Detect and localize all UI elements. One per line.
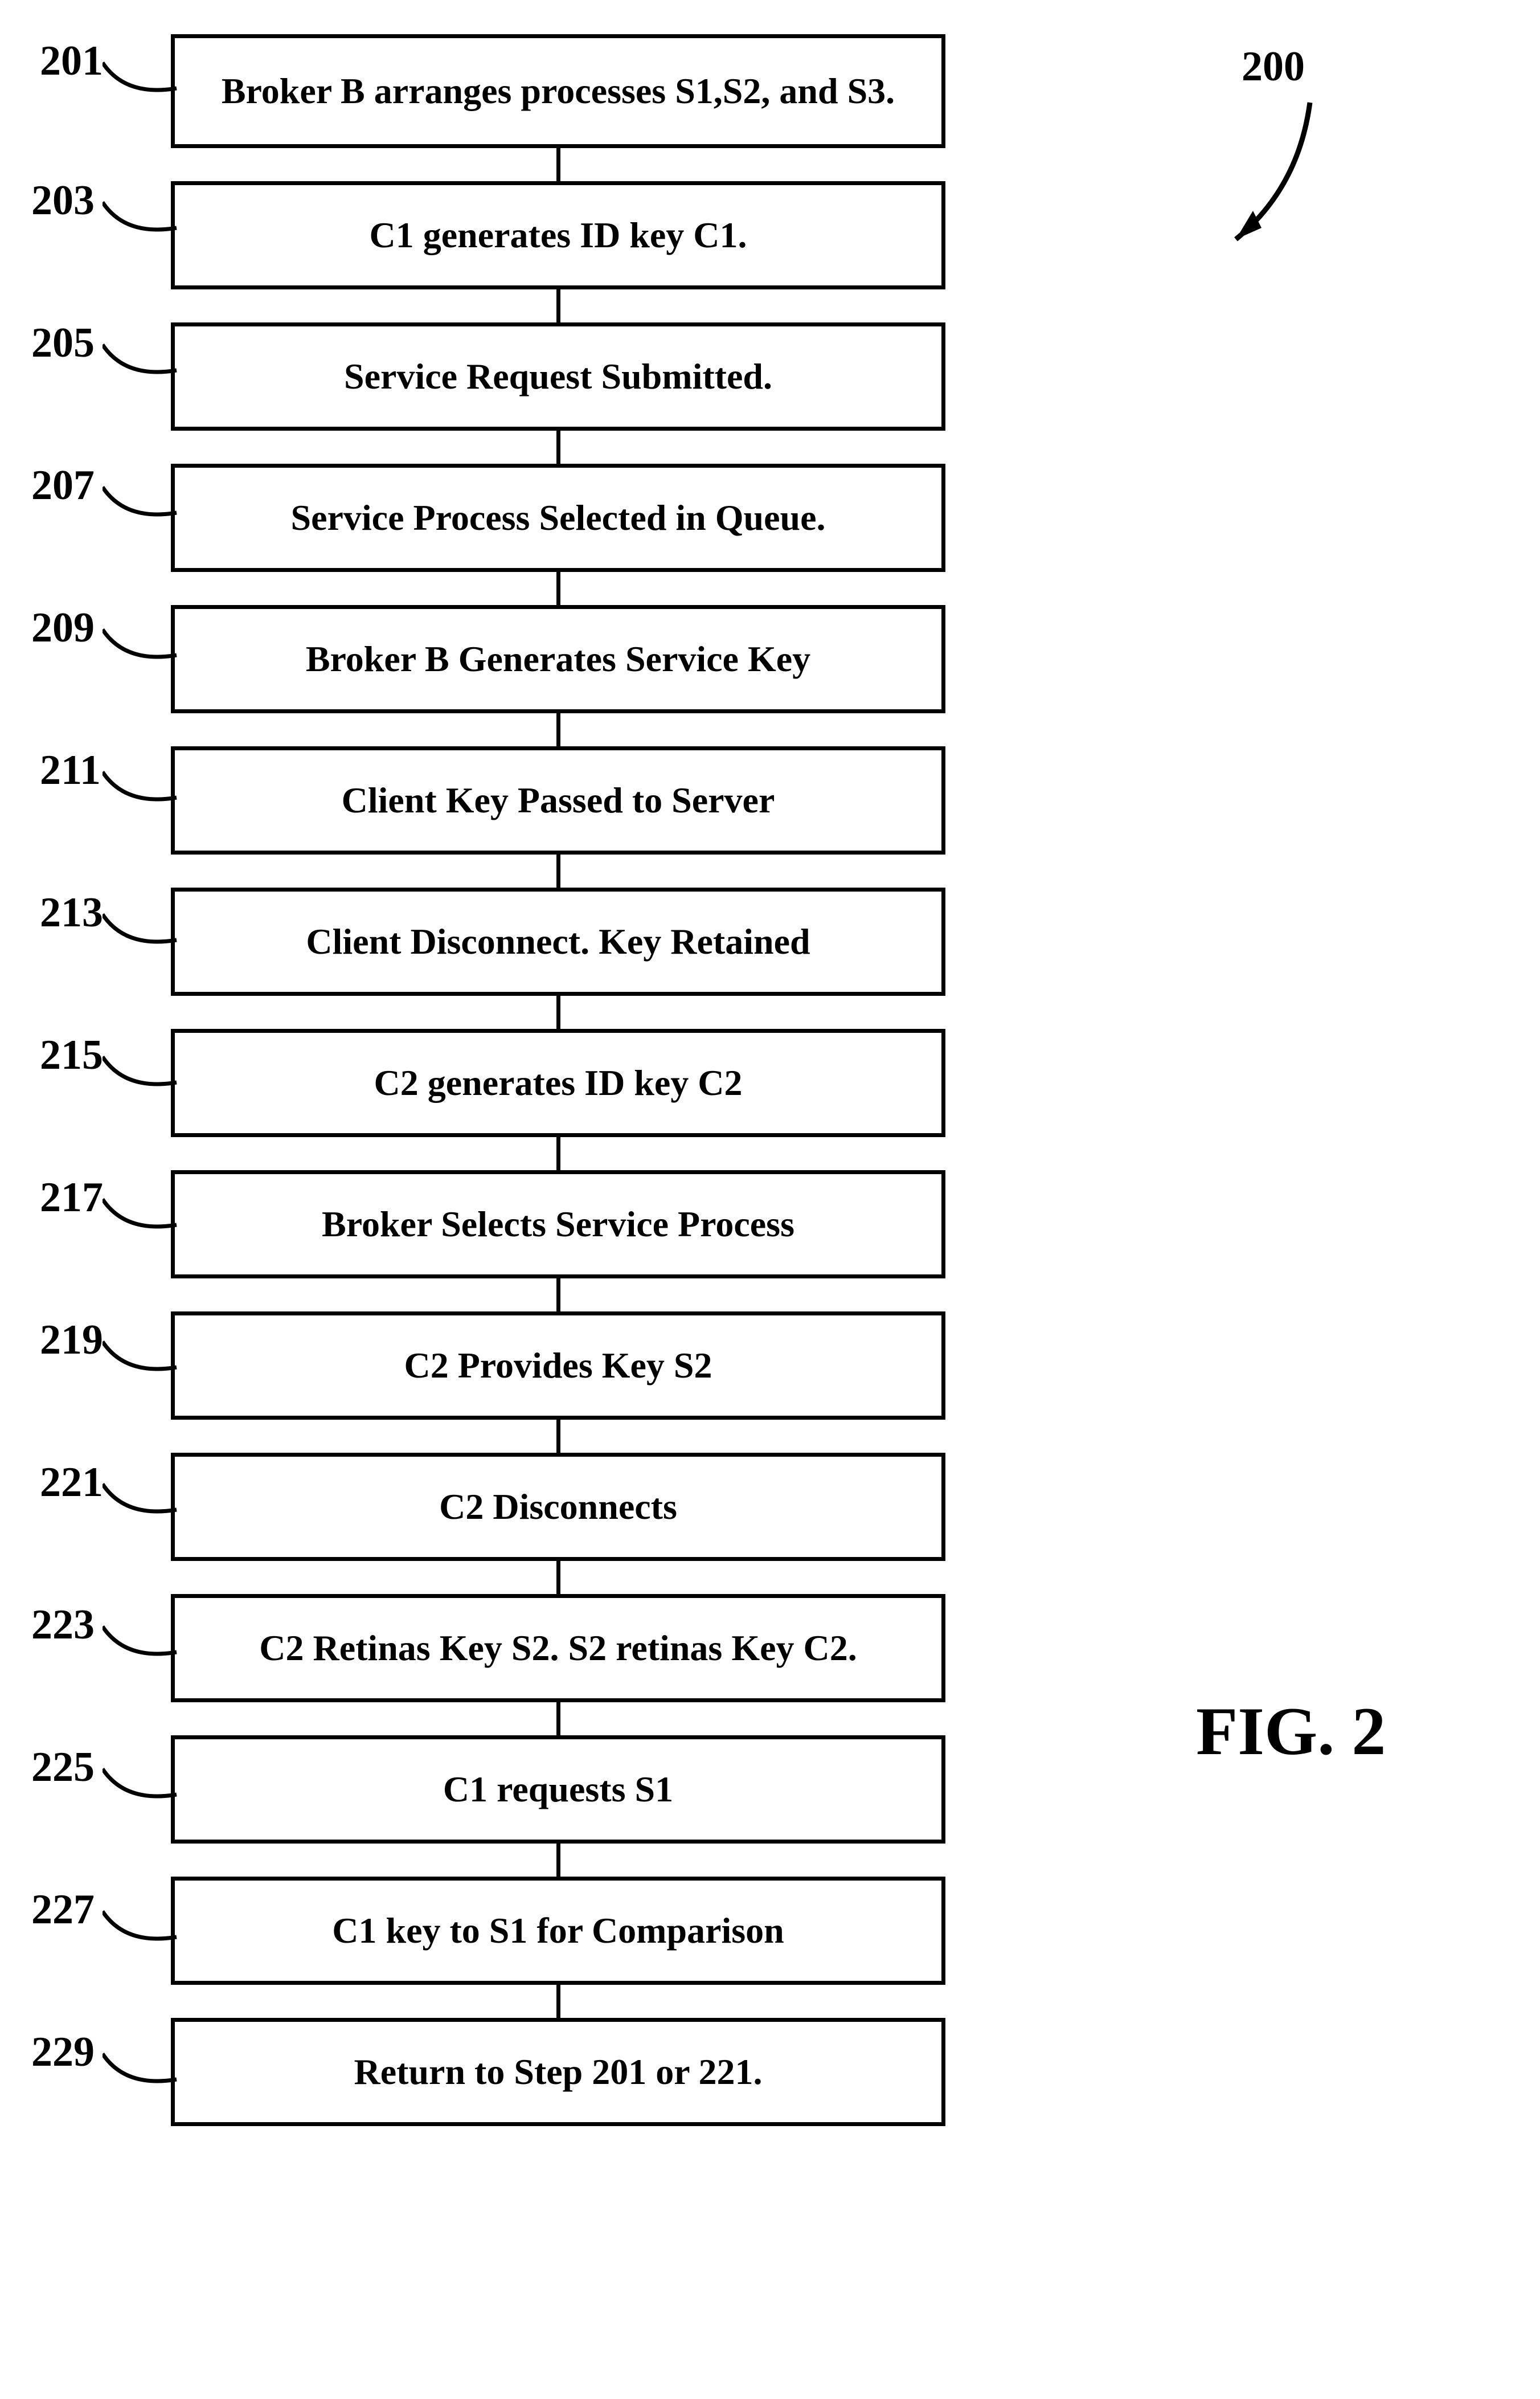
leader-line <box>103 1906 182 1951</box>
step-box: Broker B arranges processes S1,S2, and S… <box>171 34 945 148</box>
step-221: C2 Disconnects <box>148 1453 968 1594</box>
ref-label-213: 213 <box>40 889 103 937</box>
step-box: C2 Provides Key S2 <box>171 1311 945 1420</box>
step-box: Service Request Submitted. <box>171 322 945 431</box>
step-225: C1 requests S1 <box>148 1735 968 1877</box>
step-text: C2 Disconnects <box>439 1486 677 1528</box>
connector <box>556 855 560 888</box>
leader-line <box>103 481 182 527</box>
step-207: Service Process Selected in Queue. <box>148 464 968 605</box>
ref-label-203: 203 <box>31 177 95 225</box>
leader-line <box>103 1763 182 1809</box>
step-box: C1 generates ID key C1. <box>171 181 945 289</box>
step-219: C2 Provides Key S2 <box>148 1311 968 1453</box>
step-203: C1 generates ID key C1. <box>148 181 968 322</box>
figure-caption: FIG. 2 <box>1196 1692 1386 1771</box>
ref-label-219: 219 <box>40 1316 103 1364</box>
step-211: Client Key Passed to Server <box>148 746 968 888</box>
connector <box>556 572 560 605</box>
connector <box>556 1985 560 2018</box>
flowchart: Broker B arranges processes S1,S2, and S… <box>148 34 968 2126</box>
step-text: Service Request Submitted. <box>344 355 772 398</box>
step-box: Return to Step 201 or 221. <box>171 2018 945 2126</box>
ref-label-200: 200 <box>1242 43 1305 91</box>
leader-line <box>103 1051 182 1097</box>
step-213: Client Disconnect. Key Retained <box>148 888 968 1029</box>
leader-line <box>103 624 182 669</box>
ref-label-205: 205 <box>31 319 95 367</box>
ref-label-221: 221 <box>40 1458 103 1507</box>
step-box: C2 Disconnects <box>171 1453 945 1561</box>
leader-line <box>103 197 182 242</box>
step-227: C1 key to S1 for Comparison <box>148 1877 968 2018</box>
connector <box>556 713 560 746</box>
step-217: Broker Selects Service Process <box>148 1170 968 1311</box>
step-text: Return to Step 201 or 221. <box>354 2051 763 2093</box>
connector <box>556 289 560 322</box>
step-text: Broker B arranges processes S1,S2, and S… <box>222 70 895 112</box>
ref-label-223: 223 <box>31 1601 95 1649</box>
connector <box>556 1702 560 1735</box>
step-box: Broker Selects Service Process <box>171 1170 945 1278</box>
step-201: Broker B arranges processes S1,S2, and S… <box>148 34 968 181</box>
step-box: Broker B Generates Service Key <box>171 605 945 713</box>
step-text: Client Disconnect. Key Retained <box>306 921 810 963</box>
step-215: C2 generates ID key C2 <box>148 1029 968 1170</box>
leader-line <box>103 2048 182 2094</box>
leader-line <box>103 909 182 954</box>
connector <box>556 1278 560 1311</box>
connector <box>556 431 560 464</box>
connector <box>556 148 560 181</box>
connector <box>556 1844 560 1877</box>
pointer-arrow-icon <box>1196 97 1338 268</box>
connector <box>556 1137 560 1170</box>
ref-label-215: 215 <box>40 1031 103 1080</box>
step-text: C1 key to S1 for Comparison <box>332 1910 784 1952</box>
connector <box>556 996 560 1029</box>
leader-line <box>103 1336 182 1382</box>
step-text: C2 Provides Key S2 <box>404 1344 712 1387</box>
step-text: C1 requests S1 <box>443 1768 673 1811</box>
ref-label-209: 209 <box>31 604 95 652</box>
step-box: C2 Retinas Key S2. S2 retinas Key C2. <box>171 1594 945 1702</box>
ref-label-201: 201 <box>40 37 103 85</box>
ref-label-217: 217 <box>40 1174 103 1222</box>
step-box: C1 key to S1 for Comparison <box>171 1877 945 1985</box>
step-205: Service Request Submitted. <box>148 322 968 464</box>
ref-label-207: 207 <box>31 461 95 510</box>
step-text: C2 Retinas Key S2. S2 retinas Key C2. <box>259 1627 857 1669</box>
connector <box>556 1420 560 1453</box>
leader-line <box>103 766 182 812</box>
step-text: Broker B Generates Service Key <box>306 638 810 680</box>
step-209: Broker B Generates Service Key <box>148 605 968 746</box>
step-box: Client Key Passed to Server <box>171 746 945 855</box>
step-text: Service Process Selected in Queue. <box>290 497 825 539</box>
ref-label-225: 225 <box>31 1743 95 1792</box>
step-text: Broker Selects Service Process <box>322 1203 794 1245</box>
leader-line <box>103 1194 182 1239</box>
step-box: Service Process Selected in Queue. <box>171 464 945 572</box>
ref-label-229: 229 <box>31 2028 95 2077</box>
step-text: C2 generates ID key C2 <box>374 1062 743 1104</box>
leader-line <box>103 339 182 385</box>
step-text: C1 generates ID key C1. <box>370 214 747 256</box>
leader-line <box>103 1478 182 1524</box>
leader-line <box>103 57 182 103</box>
step-text: Client Key Passed to Server <box>342 779 775 822</box>
leader-line <box>103 1621 182 1666</box>
ref-label-211: 211 <box>40 746 101 795</box>
step-box: C1 requests S1 <box>171 1735 945 1844</box>
step-box: C2 generates ID key C2 <box>171 1029 945 1137</box>
step-box: Client Disconnect. Key Retained <box>171 888 945 996</box>
step-223: C2 Retinas Key S2. S2 retinas Key C2. <box>148 1594 968 1735</box>
connector <box>556 1561 560 1594</box>
step-229: Return to Step 201 or 221. <box>148 2018 968 2126</box>
ref-label-227: 227 <box>31 1886 95 1934</box>
